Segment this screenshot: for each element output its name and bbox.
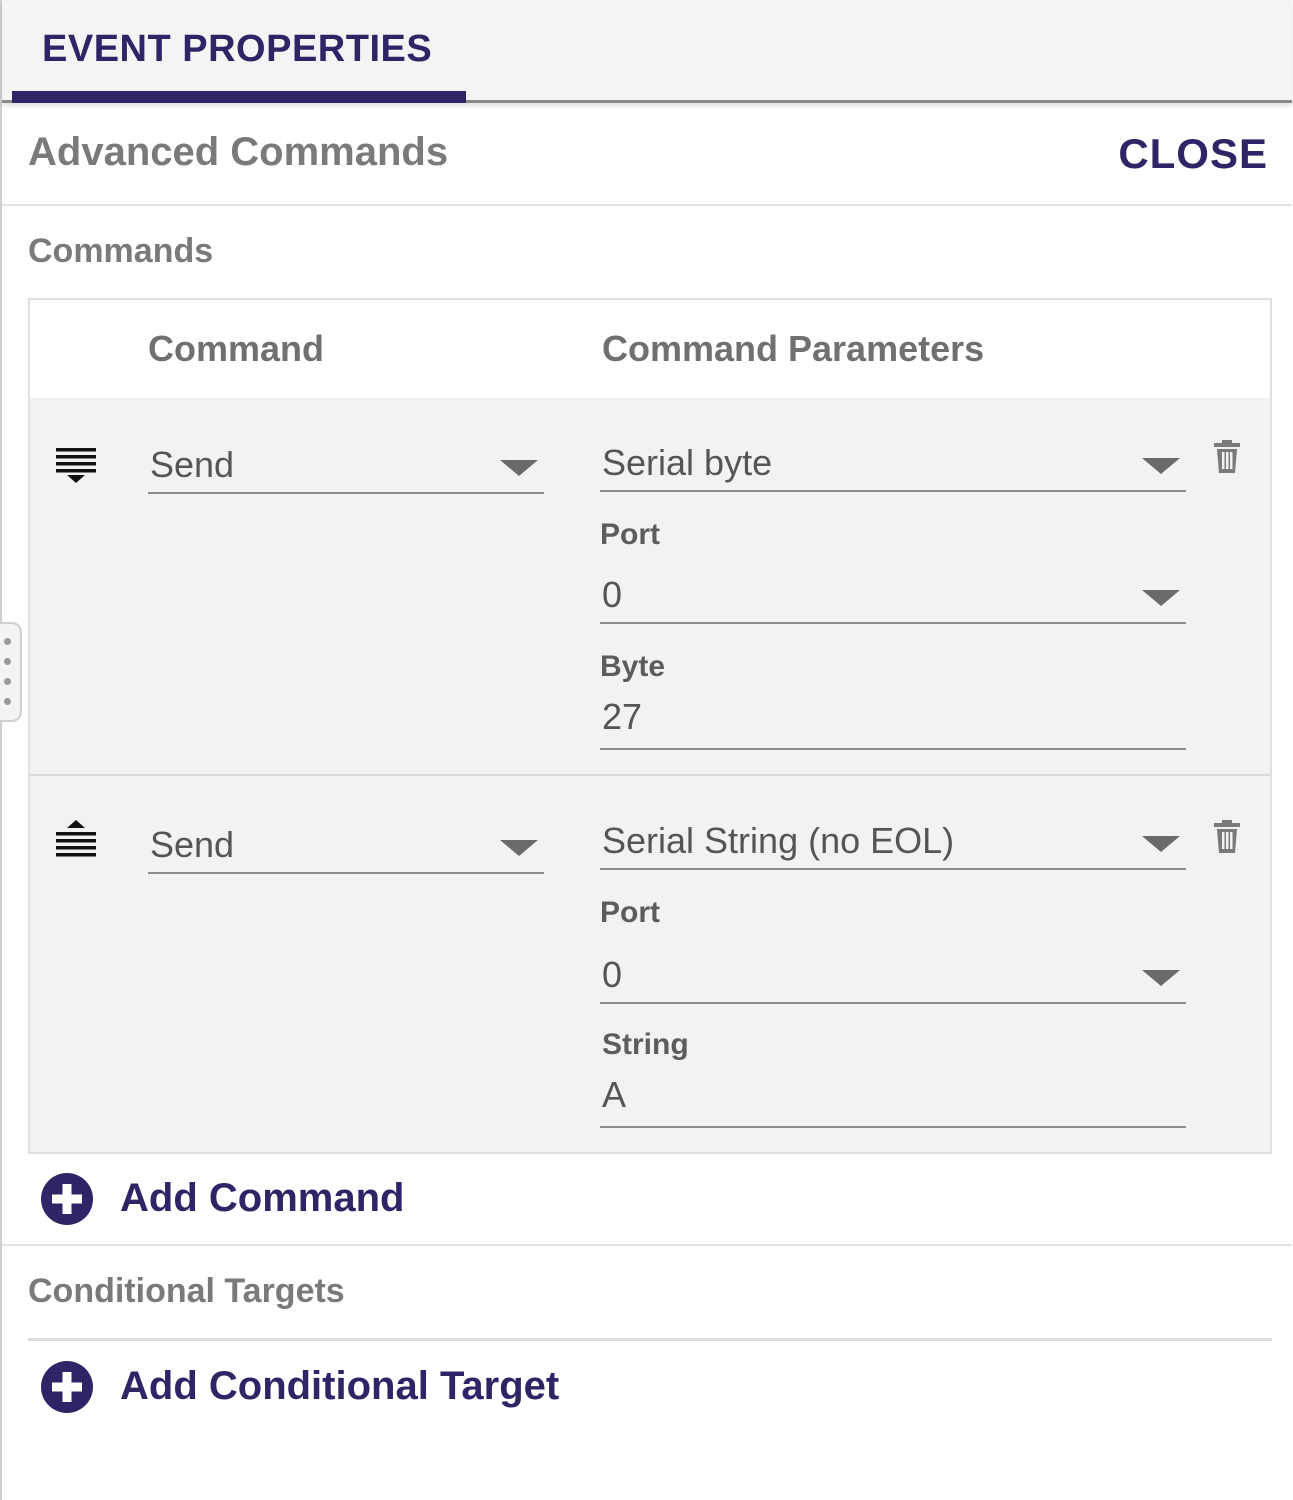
grip-dot	[4, 678, 11, 685]
grip-dot	[4, 638, 11, 645]
command-value: Send	[150, 444, 235, 485]
commands-title: Commands	[28, 232, 214, 270]
divider	[2, 204, 1292, 206]
resize-handle[interactable]	[0, 622, 22, 722]
table-row: Send Serial String (no EOL) Port 0 Strin…	[30, 776, 1270, 1152]
event-properties-panel: EVENT PROPERTIES Advanced Commands CLOSE…	[0, 0, 1292, 1500]
move-up-icon[interactable]	[54, 820, 98, 860]
table-row: Send Serial byte Port 0 Byte 27	[30, 398, 1270, 774]
command-select[interactable]: Send	[148, 822, 544, 874]
add-command-label: Add Command	[120, 1176, 405, 1220]
divider	[2, 1244, 1292, 1246]
add-circle-icon	[41, 1361, 93, 1413]
column-header-command: Command	[148, 328, 325, 369]
port-value: 0	[602, 574, 623, 615]
tab-label: EVENT PROPERTIES	[42, 28, 433, 70]
string-value: A	[602, 1074, 627, 1115]
chevron-down-icon	[1142, 590, 1180, 606]
grip-dot	[4, 658, 11, 665]
trash-icon[interactable]	[1212, 440, 1242, 474]
close-button[interactable]: CLOSE	[1118, 130, 1268, 178]
add-circle-icon	[41, 1173, 93, 1225]
chevron-down-icon	[1142, 970, 1180, 986]
add-conditional-target-label: Add Conditional Target	[120, 1364, 560, 1408]
field-label-port: Port	[600, 518, 660, 551]
string-input[interactable]: A	[600, 1074, 1186, 1128]
port-select[interactable]: 0	[600, 572, 1186, 624]
grip-dot	[4, 698, 11, 705]
chevron-down-icon	[500, 460, 538, 476]
active-tab-indicator	[12, 91, 466, 103]
move-down-icon[interactable]	[54, 446, 98, 486]
add-command-button[interactable]: Add Command	[40, 1172, 460, 1228]
chevron-down-icon	[1142, 458, 1180, 474]
command-select[interactable]: Send	[148, 442, 544, 494]
table-header: Command Command Parameters	[30, 300, 1270, 400]
byte-value: 27	[602, 696, 643, 737]
parameter-type-select[interactable]: Serial byte	[600, 440, 1186, 492]
trash-icon[interactable]	[1212, 820, 1242, 854]
parameter-type-select[interactable]: Serial String (no EOL)	[600, 818, 1186, 870]
field-label-byte: Byte	[600, 650, 666, 683]
byte-input[interactable]: 27	[600, 696, 1186, 750]
column-header-command-parameters: Command Parameters	[602, 328, 985, 369]
section-title: Advanced Commands	[28, 130, 449, 174]
parameter-type-value: Serial String (no EOL)	[602, 820, 955, 861]
tab-bar: EVENT PROPERTIES	[2, 0, 1292, 103]
parameter-type-value: Serial byte	[602, 442, 773, 483]
chevron-down-icon	[1142, 836, 1180, 852]
tab-event-properties[interactable]: EVENT PROPERTIES	[12, 0, 466, 103]
add-conditional-target-button[interactable]: Add Conditional Target	[40, 1360, 600, 1416]
field-label-port: Port	[600, 896, 660, 929]
field-label-string: String	[602, 1028, 689, 1061]
port-select[interactable]: 0	[600, 952, 1186, 1004]
command-value: Send	[150, 824, 235, 865]
conditional-targets-title: Conditional Targets	[28, 1272, 345, 1310]
chevron-down-icon	[500, 840, 538, 856]
commands-table: Command Command Parameters Send Serial b…	[28, 298, 1272, 1154]
divider	[28, 1338, 1272, 1341]
port-value: 0	[602, 954, 623, 995]
